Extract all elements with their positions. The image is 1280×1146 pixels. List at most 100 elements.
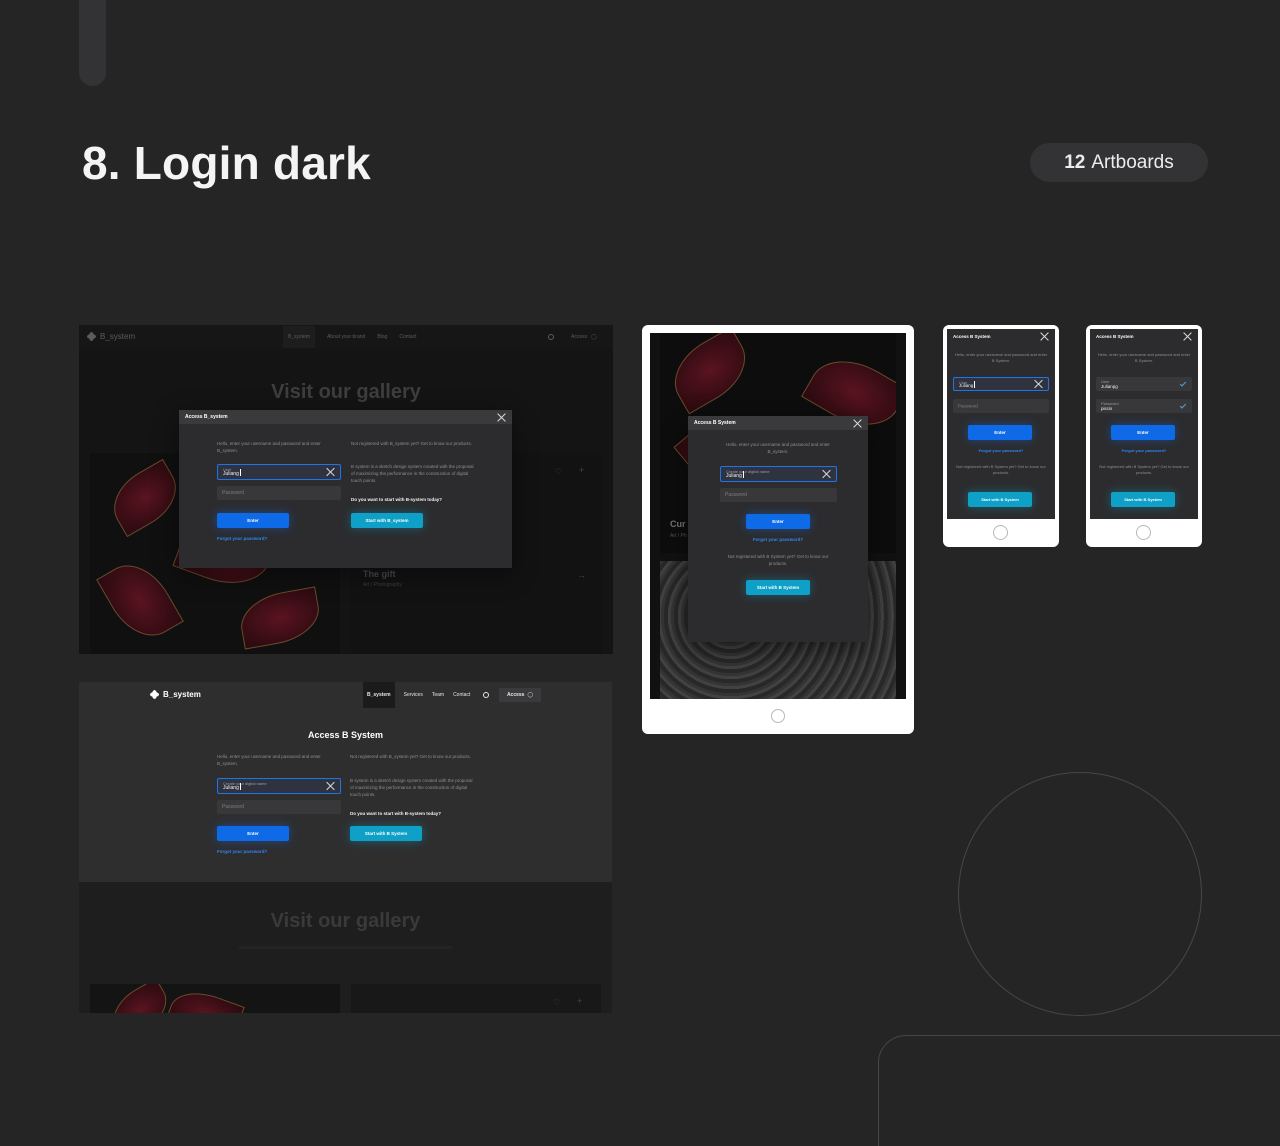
enter-button[interactable]: Enter [217,513,289,528]
arrow-right-icon[interactable]: → [577,570,586,580]
user-field[interactable]: User Julianpg [1096,377,1192,391]
artboard-desktop-page: B_system B_system Services Team Contact … [79,682,612,1013]
password-placeholder: Password [958,403,978,409]
start-button[interactable]: Start with B_system [351,513,423,528]
user-field[interactable]: User Juliang [217,464,341,480]
password-field-value: piscis [1101,406,1113,411]
enter-button[interactable]: Enter [746,514,810,529]
start-button[interactable]: Start with B System [350,826,422,841]
search-icon[interactable] [548,334,554,340]
user-icon: ◯ [527,692,534,698]
register-text: Not registered with B System yet? Get to… [956,464,1046,476]
register-text: Not registered with B_system yet? Get to… [351,441,473,446]
card-title: The gift [363,569,396,579]
modal-intro: Hello, enter your username and password … [954,352,1048,364]
close-icon[interactable] [1183,332,1192,341]
modal-header: Access B System [1090,329,1198,343]
artboards-label: Artboards [1091,151,1174,173]
start-button[interactable]: Start with B System [1111,492,1175,507]
tablet-screen: Cur Art / Ph Access B System Hello, ente… [650,333,906,699]
start-button[interactable]: Start with B System [968,492,1032,507]
user-field[interactable]: Create your digital name Juliang [217,778,341,794]
home-button[interactable] [1136,525,1151,540]
login-modal: Access B System Hello, enter your userna… [688,416,868,642]
leaf-shape [102,458,188,538]
start-button[interactable]: Start with B System [746,580,810,595]
access-intro: Hello, enter your username and password … [217,754,321,766]
leaf-shape [661,333,759,415]
hero-subtitle-placeholder [239,946,452,949]
section-title: 8. Login dark [82,137,371,189]
access-panel: Access B System Hello, enter your userna… [79,708,612,882]
nav-item-home[interactable]: B_system [283,326,315,348]
close-icon[interactable] [1040,332,1049,341]
modal-title: Access B System [1096,333,1134,339]
hero-title: Visit our gallery [271,381,421,403]
decorative-pill [79,0,106,86]
nav-access-label: Access [571,334,588,340]
password-placeholder: Password [725,492,747,498]
nav-item-contact[interactable]: Contact [399,334,416,340]
gallery-image-leaves[interactable] [90,984,340,1013]
start-question: Do you want to start with B-system today… [350,811,442,816]
clear-icon[interactable] [326,468,335,477]
nav-access-label: Access [506,692,525,698]
logo-icon [150,690,159,699]
close-icon[interactable] [497,413,506,422]
artboards-count: 12 [1064,151,1086,173]
forgot-password-link[interactable]: Forgot your password? [217,849,267,854]
enter-button[interactable]: Enter [1111,425,1175,440]
user-field[interactable]: Create your digital name Juliang [720,466,837,482]
password-field[interactable]: Password piscis [1096,399,1192,413]
decorative-frame [878,1035,1280,1146]
password-field[interactable]: Password [217,486,341,500]
enter-button[interactable]: Enter [217,826,289,841]
nav-item-home[interactable]: B_system [363,682,395,708]
leaf-shape [236,586,324,650]
brand-logo[interactable]: B_system [150,690,201,699]
clear-icon[interactable] [326,782,335,791]
page-title: Access B System [307,730,384,740]
plus-icon[interactable]: + [579,465,584,475]
forgot-password-link[interactable]: Forgot your password? [1090,448,1198,453]
brand-logo[interactable]: B_system [87,332,135,341]
phone-device-2: Access B System Hello, enter your userna… [1086,325,1202,547]
enter-button[interactable]: Enter [968,425,1032,440]
user-field-value: Julianpg [1101,384,1118,389]
forgot-password-link[interactable]: Forgot your password? [947,448,1055,453]
nav-item-blog[interactable]: Blog [377,334,387,340]
user-field-value: Juliang [726,473,742,479]
heart-icon[interactable]: ♡ [553,998,560,1007]
login-modal: Access B_system Hello, enter your userna… [179,410,512,568]
hero-title: Visit our gallery [270,910,421,932]
nav-access-button[interactable]: Access ◯ [571,334,597,340]
modal-intro: Hello, enter your username and password … [217,441,321,453]
user-field[interactable]: User Juliang [953,377,1049,391]
register-text: Not registered with B System yet? Get to… [727,554,829,566]
home-button[interactable] [771,709,785,723]
nav-item-team[interactable]: Team [432,692,444,698]
nav-items: B_system Services Team Contact [363,682,470,708]
top-nav: B_system B_system Services Team Contact … [79,682,612,708]
password-placeholder: Password [222,490,244,496]
password-field[interactable]: Password [217,800,341,814]
user-field-value: Juliang [223,471,239,477]
search-icon[interactable] [483,692,489,698]
forgot-password-link[interactable]: Forgot your password? [217,536,267,541]
check-icon [1179,402,1187,409]
home-button[interactable] [993,525,1008,540]
nav-item-contact[interactable]: Contact [453,692,470,698]
password-field[interactable]: Password [720,488,837,502]
gallery-card[interactable]: ♡ + [351,984,601,1013]
nav-item-about[interactable]: About your brand [327,334,365,340]
nav-item-services[interactable]: Services [404,692,423,698]
clear-icon[interactable] [822,470,831,479]
forgot-password-link[interactable]: Forgot your password? [688,537,868,542]
nav-access-button[interactable]: Access ◯ [499,688,541,702]
password-field[interactable]: Password [953,399,1049,413]
plus-icon[interactable]: + [577,996,582,1006]
close-icon[interactable] [853,419,862,428]
heart-icon[interactable]: ♡ [555,467,562,476]
clear-icon[interactable] [1034,380,1043,389]
check-icon [1179,380,1187,387]
